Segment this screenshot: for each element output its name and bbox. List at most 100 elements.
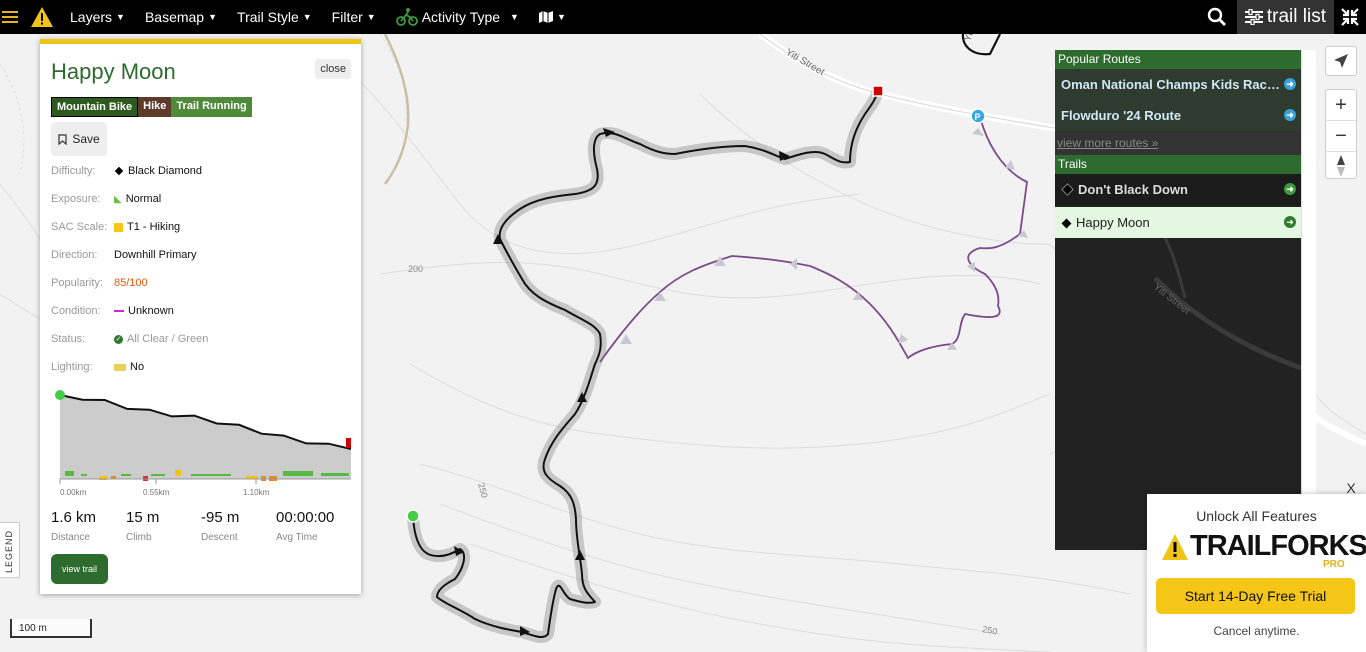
close-button[interactable]: close <box>315 59 351 79</box>
trail-list-button[interactable]: trail list <box>1236 0 1334 34</box>
popularity-value: 85/100 <box>114 277 148 289</box>
selected-trail-halo <box>407 88 884 644</box>
trail-start-marker <box>406 509 420 523</box>
free-trial-button[interactable]: Start 14-Day Free Trial <box>1156 578 1355 614</box>
tag-trail-running: Trail Running <box>171 97 252 117</box>
nav-right-group: trail list <box>1197 0 1366 34</box>
activity-type-menu[interactable]: Activity Type ▼ <box>386 0 529 34</box>
stat-avg-time: 00:00:00 Avg Time <box>276 509 334 543</box>
trail-title: Happy Moon <box>51 59 176 84</box>
route-name: Flowduro '24 Route <box>1061 108 1182 123</box>
street-label: Yiti Street <box>784 47 827 78</box>
attr-value: Unknown <box>114 305 174 317</box>
route-item[interactable]: Oman National Champs Kids Race R... ➜ <box>1055 69 1301 100</box>
trail-item[interactable]: Don't Black Down ➜ <box>1055 174 1301 205</box>
attr-direction: Direction: Downhill Primary <box>51 246 351 274</box>
attr-label: Status: <box>51 333 86 345</box>
trail-end-marker <box>872 85 884 97</box>
attr-sac-scale: SAC Scale: T1 - Hiking <box>51 218 351 246</box>
view-more-routes-link[interactable]: view more routes » <box>1055 131 1301 155</box>
route-item[interactable]: Flowduro '24 Route ➜ <box>1055 100 1301 131</box>
location-arrow-icon <box>1334 54 1348 68</box>
x-tick-label: 1.10km <box>243 488 270 497</box>
basemap-menu[interactable]: Basemap ▼ <box>135 0 227 34</box>
stat-distance: 1.6 km Distance <box>51 509 96 543</box>
attr-label: Popularity: <box>51 277 103 289</box>
trail-name: Happy Moon <box>1076 215 1150 230</box>
elevation-profile-chart[interactable]: 0.00km 0.55km 1.10km <box>51 387 351 499</box>
scale-bar: 100 m <box>10 619 92 638</box>
promo-title: Unlock All Features <box>1196 508 1317 524</box>
x-tick-label: 0.55km <box>143 488 170 497</box>
attr-label: Direction: <box>51 249 98 261</box>
trailforks-logo[interactable] <box>20 0 60 34</box>
sac-scale-icon <box>114 222 123 232</box>
collapse-arrows-icon <box>1341 8 1359 26</box>
dirt-road <box>383 34 410 185</box>
distance-label: Distance <box>51 532 90 543</box>
locate-button[interactable] <box>1325 46 1357 76</box>
trailforks-pro-logo: TRAILFORKS PRO <box>1160 530 1366 572</box>
legend-label: LEGEND <box>4 529 14 573</box>
search-button[interactable] <box>1197 0 1237 34</box>
promo-subtext: Cancel anytime. <box>1213 624 1300 638</box>
zoom-controls: + − <box>1325 89 1357 179</box>
view-trail-button[interactable]: view trail <box>51 554 108 584</box>
attr-label: SAC Scale: <box>51 221 108 233</box>
compass-button[interactable] <box>1326 152 1356 180</box>
scale-label: 100 m <box>19 623 47 634</box>
trails-header: Trails <box>1055 155 1301 174</box>
route-name: Oman National Champs Kids Race R... <box>1061 77 1283 92</box>
black-diamond-icon <box>114 166 124 176</box>
pro-promo-card: Unlock All Features TRAILFORKS PRO Start… <box>1147 494 1366 652</box>
elevation-start-marker <box>55 390 65 400</box>
attr-difficulty: Difficulty: Black Diamond <box>51 162 351 190</box>
sac-value: T1 - Hiking <box>127 221 181 233</box>
attr-popularity: Popularity: 85/100 <box>51 274 351 302</box>
save-button[interactable]: Save <box>51 122 107 156</box>
stat-climb: 15 m Climb <box>126 509 159 543</box>
zoom-out-button[interactable]: − <box>1326 121 1356 152</box>
selected-trail-arrows <box>454 128 790 636</box>
hamburger-icon <box>2 8 18 26</box>
arrow-right-circle-icon: ➜ <box>1284 216 1296 228</box>
map-style-menu[interactable]: ▼ <box>529 0 576 34</box>
climb-label: Climb <box>126 532 152 543</box>
layers-menu[interactable]: Layers ▼ <box>60 0 135 34</box>
exposure-icon: ◣ <box>114 193 122 205</box>
attr-label: Difficulty: <box>51 165 96 177</box>
collapse-button[interactable] <box>1334 0 1366 34</box>
attr-label: Condition: <box>51 305 101 317</box>
legend-tab[interactable]: LEGEND <box>0 522 20 578</box>
filter-menu[interactable]: Filter ▼ <box>322 0 386 34</box>
trail-item-selected[interactable]: Happy Moon ➜ <box>1055 207 1301 238</box>
attr-exposure: Exposure: ◣ Normal <box>51 190 351 218</box>
promo-pro-badge: PRO <box>1323 559 1345 570</box>
trail-list-panel: Popular Routes Oman National Champs Kids… <box>1055 50 1301 550</box>
arrow-right-circle-icon: ➜ <box>1284 109 1296 121</box>
caret-down-icon: ▼ <box>302 12 312 22</box>
tag-mountain-bike: Mountain Bike <box>49 96 140 118</box>
trail-list-label: trail list <box>1266 6 1326 27</box>
sliders-icon <box>1244 9 1263 25</box>
condition-icon <box>114 310 124 312</box>
attr-value: ◣ Normal <box>114 193 161 205</box>
contour-label-250: 250 <box>982 624 999 636</box>
zoom-in-button[interactable]: + <box>1326 90 1356 121</box>
caret-down-icon: ▼ <box>116 12 125 22</box>
street-label: Yiti Street <box>1151 282 1192 317</box>
layers-label: Layers <box>70 9 113 25</box>
panel-scrollbar[interactable] <box>1301 50 1316 550</box>
check-circle-icon: ✓ <box>114 334 123 344</box>
trail-style-menu[interactable]: Trail Style ▼ <box>227 0 322 34</box>
difficulty-value: Black Diamond <box>128 165 202 177</box>
trail-info-card: Happy Moon close Mountain Bike Hike Trai… <box>40 39 361 594</box>
trail-direction-arrows <box>620 128 1028 350</box>
black-diamond-icon <box>1061 183 1074 196</box>
basemap-label: Basemap <box>144 9 205 25</box>
menu-button[interactable] <box>0 0 20 34</box>
attr-value: T1 - Hiking <box>114 221 180 233</box>
direction-value: Downhill Primary <box>114 249 197 261</box>
selected-trail-line <box>412 89 879 639</box>
attr-label: Exposure: <box>51 193 101 205</box>
